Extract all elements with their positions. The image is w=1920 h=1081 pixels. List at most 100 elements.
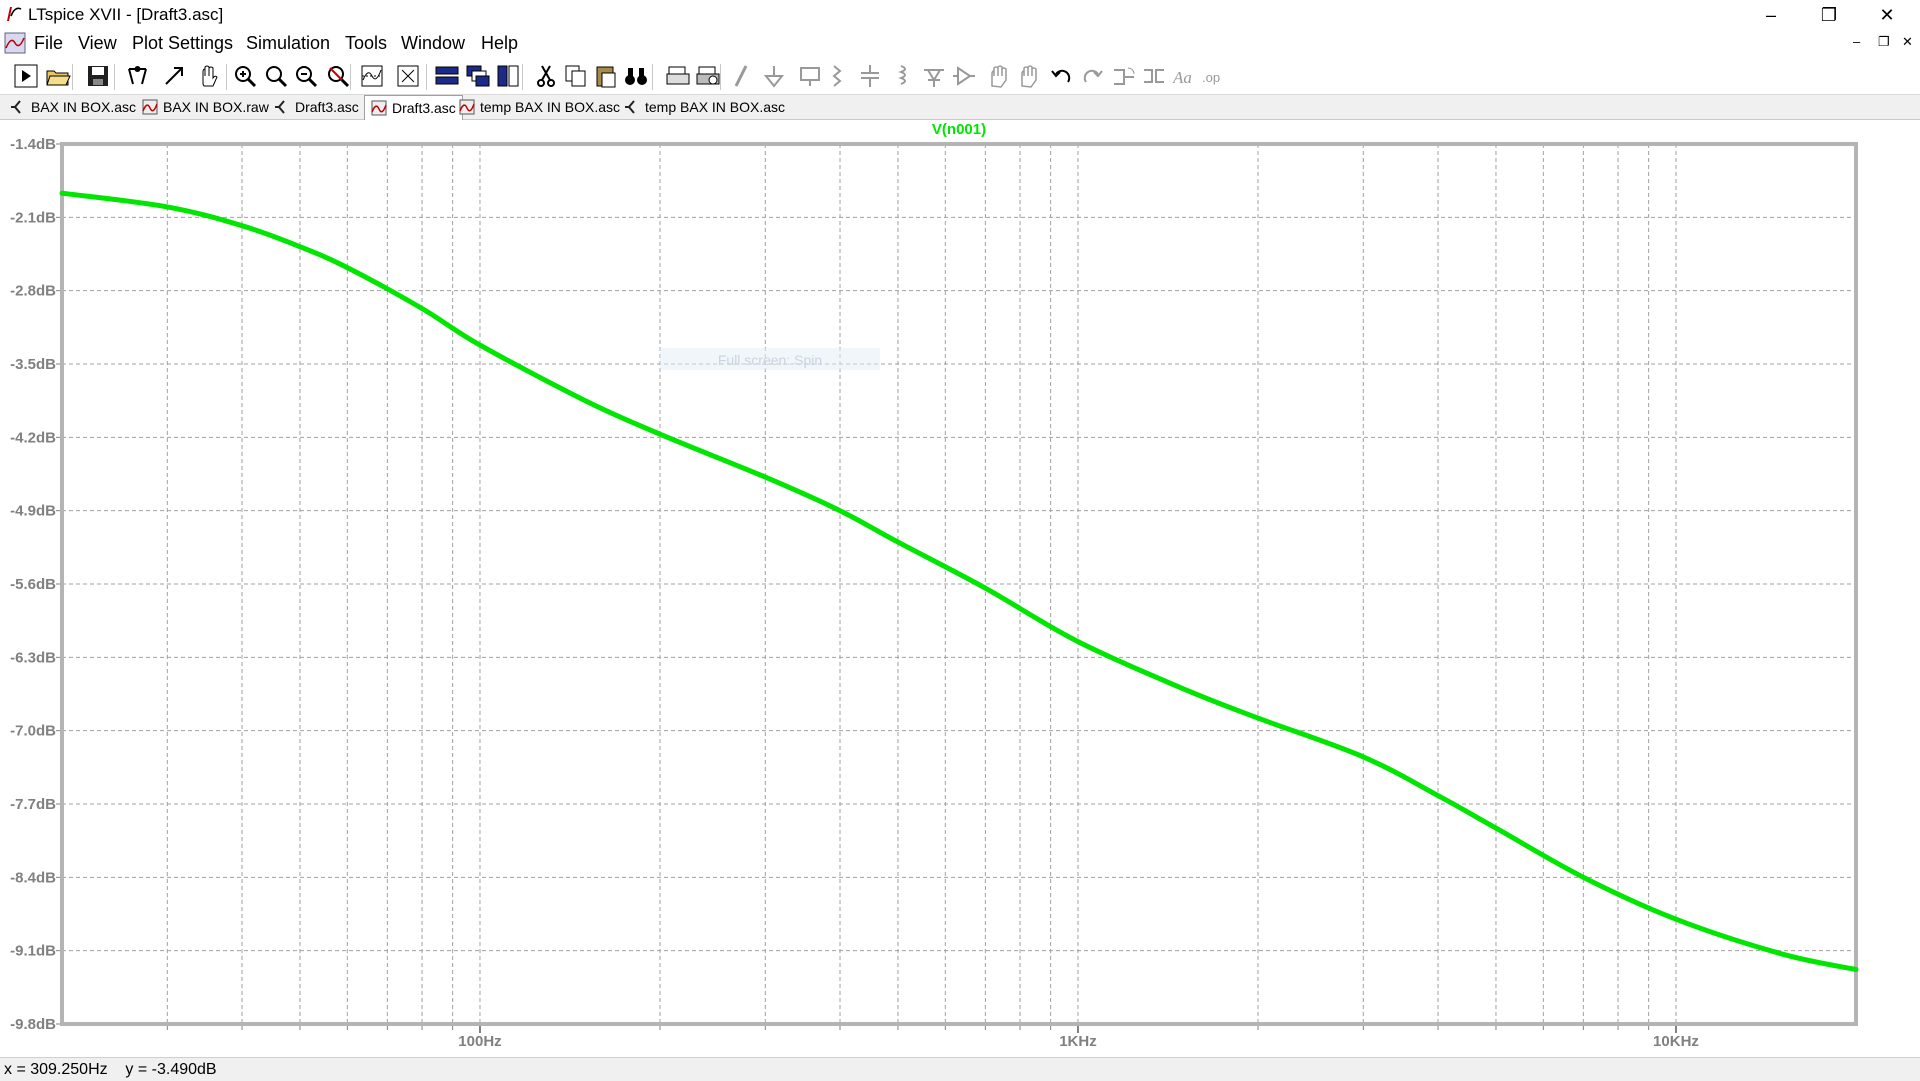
toolbar: Aa .op bbox=[0, 58, 1920, 95]
redo-icon bbox=[1083, 69, 1103, 83]
mdi-close-button[interactable]: ✕ bbox=[1902, 34, 1913, 50]
zoom-fit-button[interactable] bbox=[324, 62, 352, 90]
zoom-out-icon bbox=[296, 66, 318, 88]
tab-bax-in-box-raw[interactable]: BAX IN BOX.raw bbox=[140, 96, 271, 118]
diode-icon bbox=[924, 69, 944, 87]
zoom-area-button[interactable] bbox=[262, 62, 290, 90]
menu-bar: File View Plot Settings Simulation Tools… bbox=[0, 30, 1920, 58]
component-button[interactable] bbox=[950, 62, 978, 90]
tab-draft3-asc[interactable]: Draft3.asc bbox=[272, 96, 361, 118]
cut-button[interactable] bbox=[532, 62, 560, 90]
trace-label-v-n001[interactable]: V(n001) bbox=[932, 121, 986, 138]
halt-button[interactable] bbox=[160, 62, 188, 90]
find-button[interactable] bbox=[622, 62, 650, 90]
text-button[interactable]: Aa bbox=[1170, 62, 1198, 90]
menu-simulation[interactable]: Simulation bbox=[246, 33, 330, 54]
wire-icon bbox=[734, 65, 748, 87]
mirror-button[interactable] bbox=[1140, 62, 1168, 90]
capacitor-button[interactable] bbox=[856, 62, 884, 90]
trace-v-n001[interactable] bbox=[59, 190, 1859, 972]
tab-temp-bax-in-box-asc[interactable]: temp BAX IN BOX.asc bbox=[622, 96, 787, 118]
tile-horizontal-button[interactable] bbox=[433, 62, 461, 90]
mdi-minimize-button[interactable]: – bbox=[1853, 34, 1860, 49]
tab-bax-in-box-asc[interactable]: BAX IN BOX.asc bbox=[8, 96, 138, 118]
rotate-button[interactable] bbox=[1110, 62, 1138, 90]
cascade-button[interactable] bbox=[464, 62, 492, 90]
open-button[interactable] bbox=[44, 62, 72, 90]
toolbar-separator bbox=[226, 64, 227, 90]
mdi-restore-button[interactable]: ❐ bbox=[1878, 34, 1890, 50]
y-tick-label: -1.4dB bbox=[10, 136, 56, 153]
tab-temp-bax-in-box-asc[interactable]: temp BAX IN BOX.asc bbox=[457, 96, 622, 118]
paste-icon bbox=[596, 66, 616, 88]
autorange-icon bbox=[361, 65, 383, 87]
menu-plot-settings[interactable]: Plot Settings bbox=[132, 33, 233, 54]
copy-icon bbox=[565, 65, 586, 87]
schematic-icon bbox=[11, 100, 21, 114]
run-icon bbox=[14, 64, 38, 88]
zoom-out-button[interactable] bbox=[292, 62, 320, 90]
document-waveform-icon[interactable] bbox=[4, 32, 26, 54]
ground-button[interactable] bbox=[760, 62, 788, 90]
cut-icon bbox=[537, 65, 555, 87]
control-panel-button[interactable] bbox=[124, 62, 152, 90]
y-tick-label: -2.8dB bbox=[10, 283, 56, 300]
tab-label: BAX IN BOX.asc bbox=[31, 99, 137, 115]
copy-button[interactable] bbox=[562, 62, 590, 90]
pan-button[interactable] bbox=[194, 62, 222, 90]
ground-icon bbox=[763, 66, 785, 88]
paste-button[interactable] bbox=[592, 62, 620, 90]
spice-directive-icon: .op bbox=[1202, 70, 1220, 85]
inductor-button[interactable] bbox=[890, 62, 918, 90]
redo-button[interactable] bbox=[1078, 62, 1106, 90]
svg-text:Aa: Aa bbox=[1172, 68, 1192, 87]
schematic-icon bbox=[625, 100, 635, 114]
restore-button[interactable]: ❐ bbox=[1800, 0, 1858, 30]
plot-pane[interactable]: V(n001) -1.4dB -2.1dB -2.8dB -3.5dB -4.2dB -4.… bbox=[0, 120, 1920, 1055]
minimize-button[interactable]: – bbox=[1742, 0, 1800, 30]
restore-icon: ❐ bbox=[1820, 4, 1838, 25]
spice-directive-button[interactable]: .op bbox=[1200, 62, 1228, 90]
menu-tools[interactable]: Tools bbox=[345, 33, 387, 54]
drag-button[interactable] bbox=[1014, 62, 1042, 90]
ltspice-app-icon[interactable] bbox=[4, 4, 24, 24]
save-button[interactable] bbox=[84, 62, 112, 90]
autorange-button[interactable] bbox=[358, 62, 386, 90]
close-button[interactable]: ✕ bbox=[1858, 0, 1916, 30]
resistor-button[interactable] bbox=[826, 62, 854, 90]
rotate-icon bbox=[1114, 67, 1135, 85]
y-tick-label: -2.1dB bbox=[10, 209, 56, 226]
svg-text:.op: .op bbox=[1202, 70, 1220, 85]
print-button[interactable] bbox=[664, 62, 692, 90]
menu-view[interactable]: View bbox=[78, 33, 117, 54]
undo-icon bbox=[1051, 69, 1071, 83]
zoom-in-button[interactable] bbox=[231, 62, 259, 90]
tab-label: temp BAX IN BOX.asc bbox=[480, 99, 621, 115]
y-tick-label: -4.2dB bbox=[10, 429, 56, 446]
y-tick-label: -8.4dB bbox=[10, 869, 56, 886]
menu-help[interactable]: Help bbox=[481, 33, 518, 54]
wire-button[interactable] bbox=[728, 62, 756, 90]
waveform-plot[interactable]: V(n001) -1.4dB -2.1dB -2.8dB -3.5dB -4.2dB -4.… bbox=[0, 120, 1920, 1055]
tile-vertical-button[interactable] bbox=[494, 62, 522, 90]
y-tick-label: -7.0dB bbox=[10, 723, 56, 740]
mirror-icon bbox=[1144, 69, 1164, 83]
run-button[interactable] bbox=[12, 62, 40, 90]
undo-button[interactable] bbox=[1048, 62, 1076, 90]
print-preview-button[interactable] bbox=[694, 62, 722, 90]
zoom-extents-button[interactable] bbox=[394, 62, 422, 90]
toolbar-separator bbox=[72, 64, 73, 90]
menu-window[interactable]: Window bbox=[401, 33, 465, 54]
move-button[interactable] bbox=[984, 62, 1012, 90]
resistor-icon bbox=[832, 65, 842, 87]
tab-draft3-asc[interactable]: Draft3.asc bbox=[364, 95, 463, 120]
diode-button[interactable] bbox=[920, 62, 948, 90]
label-button[interactable] bbox=[796, 62, 824, 90]
control-panel-icon bbox=[128, 66, 147, 85]
tile-vertical-icon bbox=[497, 65, 519, 87]
print-icon bbox=[666, 66, 690, 85]
y-tick-label: -5.6dB bbox=[10, 576, 56, 593]
menu-file[interactable]: File bbox=[34, 33, 63, 54]
zoom-area-icon bbox=[266, 66, 288, 88]
toolbar-separator bbox=[522, 64, 523, 90]
